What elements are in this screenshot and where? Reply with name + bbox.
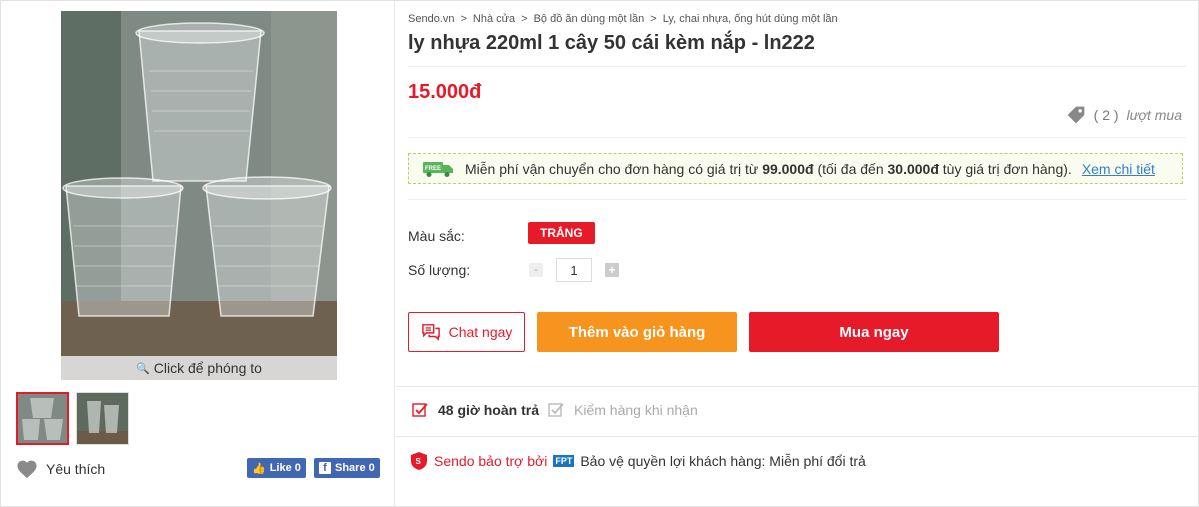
heart-icon (17, 460, 37, 479)
shield-icon: S (411, 452, 427, 470)
chat-now-button[interactable]: Chat ngay (408, 312, 525, 352)
divider (408, 199, 1186, 200)
shipping-details-link[interactable]: Xem chi tiết (1082, 161, 1155, 177)
buy-now-button[interactable]: Mua ngay (749, 312, 999, 352)
quantity-increase-button[interactable]: + (605, 263, 619, 277)
breadcrumb-item[interactable]: Nhà cửa (473, 13, 515, 25)
thumbnail-cups-image (77, 393, 128, 444)
breadcrumb: Sendo.vn > Nhà cửa > Bộ đồ ăn dùng một l… (408, 13, 838, 25)
divider (408, 137, 1186, 138)
divider (396, 386, 1198, 387)
chat-bubble-icon (421, 324, 440, 341)
breadcrumb-item[interactable]: Ly, chai nhựa, ống hút dùng một lần (663, 13, 838, 25)
thumbnail-2[interactable] (76, 392, 129, 445)
inspect-policy: Kiểm hàng khi nhận (548, 402, 698, 418)
chevron-right-icon: > (460, 13, 467, 25)
favorite-button[interactable]: Yêu thích (16, 459, 105, 479)
zoom-hint[interactable]: 🔍 Click để phóng to (61, 356, 337, 380)
shipping-text: Miễn phí vận chuyển cho đơn hàng có giá … (465, 160, 1072, 177)
fpt-logo: FPT (553, 455, 575, 467)
free-badge: FREE (425, 166, 441, 172)
main-product-image[interactable]: 🔍 Click để phóng to (61, 11, 337, 380)
product-gallery: 🔍 Click để phóng to Yêu thích 👍 Like 0 f (0, 0, 395, 507)
chevron-right-icon: > (521, 13, 528, 25)
plastic-cups-photo (61, 11, 337, 380)
facebook-share-button[interactable]: f Share 0 (314, 458, 380, 478)
product-price: 15.000đ (408, 81, 482, 103)
add-to-cart-button[interactable]: Thêm vào giỏ hàng (537, 312, 737, 352)
breadcrumb-item[interactable]: Bộ đồ ăn dùng một lần (534, 13, 645, 25)
quantity-label: Số lượng: (408, 262, 471, 278)
delivery-truck-icon: FREE (423, 161, 453, 177)
sendo-protection: S Sendo bảo trợ bởi FPT Bảo vệ quyền lợi… (410, 451, 866, 471)
facebook-like-button[interactable]: 👍 Like 0 (247, 458, 306, 478)
free-shipping-banner: FREE Miễn phí vận chuyển cho đơn hàng có… (408, 153, 1183, 184)
thumbnail-cups-image (18, 394, 67, 443)
color-option-white[interactable]: TRẮNG (528, 222, 595, 244)
price-tag-icon (1067, 106, 1084, 124)
divider (396, 436, 1198, 437)
checkbox-checked-icon (412, 403, 428, 417)
color-label: Màu sắc: (408, 228, 465, 244)
thumbnail-1[interactable] (16, 392, 69, 445)
quantity-decrease-button[interactable]: - (529, 263, 543, 277)
magnifier-icon: 🔍 (136, 362, 150, 375)
return-policy: 48 giờ hoàn trả (412, 402, 539, 418)
quantity-input[interactable]: 1 (556, 258, 592, 282)
divider (408, 66, 1186, 67)
purchase-count: ( 2 ) lượt mua (1066, 105, 1182, 125)
thumbs-up-icon: 👍 (252, 462, 266, 475)
breadcrumb-item[interactable]: Sendo.vn (408, 13, 454, 25)
product-details: Sendo.vn > Nhà cửa > Bộ đồ ăn dùng một l… (396, 0, 1198, 507)
chevron-right-icon: > (650, 13, 657, 25)
product-title: ly nhựa 220ml 1 cây 50 cái kèm nắp - ln2… (408, 32, 815, 54)
facebook-icon: f (319, 462, 331, 474)
svg-text:S: S (416, 457, 422, 466)
checkbox-checked-icon (548, 403, 564, 417)
